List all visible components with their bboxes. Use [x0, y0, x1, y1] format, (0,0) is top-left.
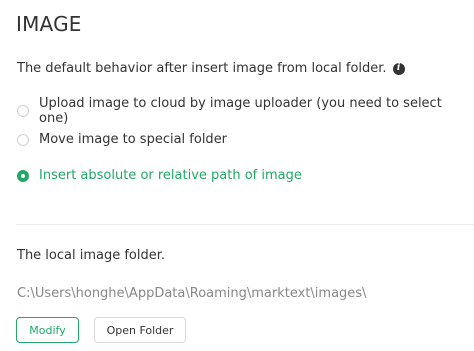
radio-option-upload-cloud[interactable]: Upload image to cloud by image uploader …: [17, 96, 474, 126]
radio-button[interactable]: [17, 105, 29, 117]
radio-option-insert-path[interactable]: Insert absolute or relative path of imag…: [17, 168, 302, 183]
modify-button[interactable]: Modify: [16, 317, 79, 343]
radio-option-move-folder[interactable]: Move image to special folder: [17, 132, 227, 147]
info-icon[interactable]: i: [392, 62, 405, 75]
section-title: IMAGE: [16, 12, 82, 36]
radio-label: Move image to special folder: [39, 132, 228, 147]
local-folder-label: The local image folder.: [17, 248, 166, 263]
description-text: The default behavior after insert image …: [17, 61, 387, 76]
local-folder-path: C:\Users\honghe\AppData\Roaming\marktext…: [17, 286, 367, 301]
radio-label: Upload image to cloud by image uploader …: [39, 96, 442, 126]
radio-button[interactable]: [17, 133, 29, 146]
radio-button[interactable]: [17, 169, 29, 182]
radio-label: Insert absolute or relative path of imag…: [39, 168, 302, 183]
section-divider: [16, 224, 474, 225]
insert-behavior-description: The default behavior after insert image …: [17, 61, 405, 76]
open-folder-button[interactable]: Open Folder: [94, 317, 186, 343]
